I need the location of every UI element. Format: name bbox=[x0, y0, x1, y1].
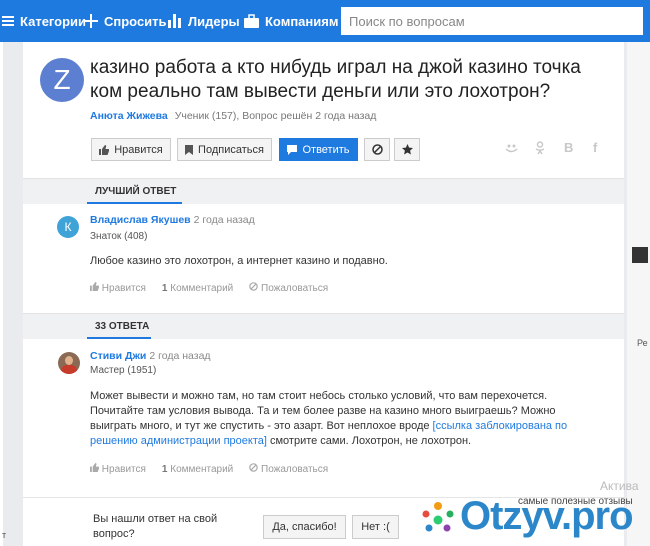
avatar-face bbox=[65, 356, 73, 365]
best-answer-comments[interactable]: 1 Комментарий bbox=[162, 283, 233, 294]
comments-label: Комментарий bbox=[170, 282, 234, 294]
activation-watermark: Актива bbox=[600, 479, 639, 493]
nav-ask[interactable]: Спросить bbox=[84, 0, 167, 42]
question-meta-text: Ученик (157), Вопрос решён 2 года назад bbox=[174, 110, 377, 122]
answer-text-part-2: смотрите сами. Лохотрон, не лохотрон. bbox=[266, 435, 472, 447]
left-text-fragment: т bbox=[2, 530, 7, 540]
best-answer-rank: Знаток (408) bbox=[90, 231, 148, 242]
answer-author-name[interactable]: Стиви Джи bbox=[90, 350, 146, 362]
right-sidebar-edge bbox=[627, 42, 650, 546]
comments-count: 1 bbox=[161, 282, 168, 294]
feedback-no-button[interactable]: Нет :( bbox=[352, 515, 399, 539]
answer-actions: Нравится 1 Комментарий Пожаловаться bbox=[90, 463, 328, 475]
subscribe-button[interactable]: Подписаться bbox=[177, 138, 272, 161]
answers-count-label: 33 ОТВЕТА bbox=[95, 321, 150, 332]
avatar-letter: Z bbox=[53, 64, 71, 95]
otzyv-logo-icon bbox=[422, 502, 454, 532]
answer-text: Может вывести и можно там, но там стоит … bbox=[90, 389, 580, 449]
nav-ask-label: Спросить bbox=[104, 13, 167, 29]
question-author-name[interactable]: Анюта Жижева bbox=[90, 110, 168, 122]
otzyv-brand-text: Otzyv.pro bbox=[460, 494, 634, 538]
nav-leaders-label: Лидеры bbox=[188, 13, 240, 29]
block-icon bbox=[249, 463, 259, 472]
best-answer-text: Любое казино это лохотрон, а интернет ка… bbox=[90, 255, 388, 267]
like-label: Нравится bbox=[101, 464, 146, 475]
complain-label: Пожаловаться bbox=[261, 464, 329, 475]
question-author-avatar[interactable]: Z bbox=[40, 58, 84, 102]
like-button[interactable]: Нравится bbox=[91, 138, 171, 161]
block-icon bbox=[371, 144, 383, 155]
best-answer-time: 2 года назад bbox=[193, 214, 255, 226]
answer-time: 2 года назад bbox=[149, 350, 211, 362]
block-icon bbox=[249, 282, 259, 291]
best-answer-author: Владислав Якушев 2 года назад bbox=[90, 214, 255, 226]
subscribe-button-label: Подписаться bbox=[198, 143, 264, 156]
thumbs-up-icon bbox=[90, 463, 99, 472]
question-title: казино работа а кто нибудь играл на джой… bbox=[90, 57, 581, 102]
best-answer-complain[interactable]: Пожаловаться bbox=[249, 282, 328, 294]
comment-icon bbox=[287, 144, 298, 155]
best-answer-underline bbox=[87, 202, 182, 204]
list-icon bbox=[2, 16, 14, 26]
comments-count: 1 bbox=[161, 463, 168, 475]
mymail-share-icon[interactable] bbox=[505, 143, 518, 153]
answer-comments[interactable]: 1 Комментарий bbox=[162, 464, 233, 475]
answer-complain[interactable]: Пожаловаться bbox=[249, 463, 328, 475]
answer-author-avatar[interactable] bbox=[58, 352, 80, 374]
bookmark-icon bbox=[185, 144, 194, 155]
star-icon bbox=[401, 144, 413, 155]
bar-chart-icon bbox=[168, 14, 181, 28]
nav-categories-label: Категории bbox=[20, 13, 87, 29]
feedback-yes-button[interactable]: Да, спасибо! bbox=[263, 515, 346, 539]
vk-share-icon[interactable]: В bbox=[564, 140, 573, 155]
left-edge bbox=[0, 42, 3, 546]
avatar-shirt bbox=[61, 365, 77, 374]
sidebar-block bbox=[632, 247, 648, 263]
answer-author: Стиви Джи 2 года назад bbox=[90, 350, 211, 362]
best-answer-avatar[interactable]: К bbox=[57, 216, 79, 238]
thumbs-up-icon bbox=[90, 282, 99, 291]
comments-label: Комментарий bbox=[170, 463, 234, 475]
odnoklassniki-share-icon[interactable] bbox=[535, 141, 545, 155]
favorite-button[interactable] bbox=[394, 138, 420, 161]
answer-button[interactable]: Ответить bbox=[279, 138, 358, 161]
answer-rank: Мастер (1951) bbox=[90, 365, 157, 376]
feedback-question: Вы нашли ответ на свой вопрос? bbox=[93, 513, 218, 540]
best-answer-author-name[interactable]: Владислав Якушев bbox=[90, 214, 191, 226]
avatar-letter: К bbox=[64, 220, 72, 234]
sidebar-text-fragment: Ре bbox=[637, 338, 648, 348]
thumbs-up-icon bbox=[99, 144, 110, 155]
top-navigation-bar: Категории Спросить Лидеры Компаниям bbox=[0, 0, 650, 42]
question-meta: Анюта Жижева Ученик (157), Вопрос решён … bbox=[90, 110, 376, 122]
best-answer-like[interactable]: Нравится bbox=[90, 282, 146, 294]
complain-label: Пожаловаться bbox=[261, 283, 329, 294]
nav-leaders[interactable]: Лидеры bbox=[168, 0, 240, 42]
nav-companies-label: Компаниям bbox=[265, 13, 339, 29]
answers-underline bbox=[87, 337, 151, 339]
nav-companies[interactable]: Компаниям bbox=[244, 0, 338, 42]
search-input[interactable] bbox=[341, 7, 643, 35]
facebook-share-icon[interactable]: f bbox=[593, 140, 597, 155]
like-button-label: Нравится bbox=[114, 143, 163, 156]
best-answer-label: ЛУЧШИЙ ОТВЕТ bbox=[95, 186, 177, 197]
plus-icon bbox=[84, 14, 98, 28]
like-label: Нравится bbox=[101, 283, 146, 294]
block-button[interactable] bbox=[364, 138, 390, 161]
answer-button-label: Ответить bbox=[302, 143, 350, 156]
briefcase-icon bbox=[244, 14, 259, 28]
answer-like[interactable]: Нравится bbox=[90, 463, 146, 475]
best-answer-actions: Нравится 1 Комментарий Пожаловаться bbox=[90, 282, 328, 294]
nav-categories[interactable]: Категории bbox=[2, 0, 86, 42]
